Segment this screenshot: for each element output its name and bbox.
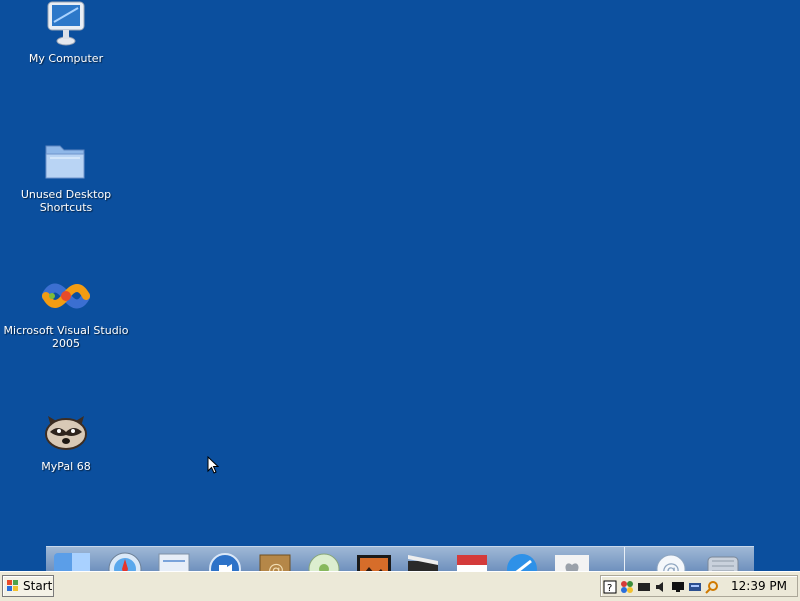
itunes-icon[interactable] — [303, 551, 345, 572]
email-at-icon[interactable]: @ — [650, 551, 692, 572]
display-icon[interactable] — [637, 579, 651, 593]
dock-separator — [624, 547, 625, 572]
start-button[interactable]: Start — [2, 575, 54, 597]
desktop-icon-mypal[interactable]: MyPal 68 — [0, 408, 132, 473]
ical-icon[interactable] — [451, 551, 493, 572]
iphoto-icon[interactable] — [353, 551, 395, 572]
ichat-icon[interactable] — [204, 551, 246, 572]
mail-stamp-icon[interactable] — [153, 551, 195, 572]
desktop-icon-unused-shortcuts[interactable]: Unused Desktop Shortcuts — [0, 136, 132, 214]
search-icon[interactable] — [705, 579, 719, 594]
windows-logo-icon — [7, 580, 18, 591]
desktop-icon-label: MyPal 68 — [41, 460, 91, 473]
volume-icon[interactable] — [654, 579, 668, 593]
visual-studio-icon — [41, 272, 91, 320]
appstore-icon[interactable] — [501, 551, 543, 572]
start-label: Start — [23, 579, 53, 593]
desktop-icon-label: Microsoft Visual Studio 2005 — [3, 324, 129, 350]
trash-icon[interactable] — [702, 551, 744, 572]
taskbar: Start ? 12:39 PM — [0, 571, 800, 601]
desktop-icon-visual-studio[interactable]: Microsoft Visual Studio 2005 — [0, 272, 132, 350]
desktop: My Computer Unused Desktop Shortcuts Mic… — [0, 0, 800, 572]
mouse-cursor-icon — [207, 455, 220, 478]
monitor-icon — [42, 0, 90, 48]
monitor-tray-icon[interactable] — [671, 579, 685, 593]
desktop-icon-label: Unused Desktop Shortcuts — [20, 188, 112, 214]
help-icon[interactable]: ? — [603, 579, 617, 594]
apple-icon[interactable] — [551, 551, 593, 572]
address-book-icon[interactable]: @ — [254, 551, 296, 572]
keyboard-icon[interactable] — [688, 579, 702, 593]
raccoon-icon — [42, 408, 90, 456]
imovie-icon[interactable] — [402, 551, 444, 572]
network-icon[interactable] — [620, 579, 634, 593]
clock[interactable]: 12:39 PM — [731, 579, 787, 593]
system-tray: ? 12:39 PM — [600, 575, 798, 597]
svg-text:?: ? — [607, 583, 612, 594]
desktop-icon-label: My Computer — [28, 52, 104, 65]
safari-icon[interactable] — [104, 551, 146, 572]
desktop-icon-my-computer[interactable]: My Computer — [0, 0, 132, 65]
finder-icon[interactable] — [52, 551, 94, 572]
dock: @ @ — [46, 546, 754, 572]
folder-icon — [42, 136, 90, 184]
